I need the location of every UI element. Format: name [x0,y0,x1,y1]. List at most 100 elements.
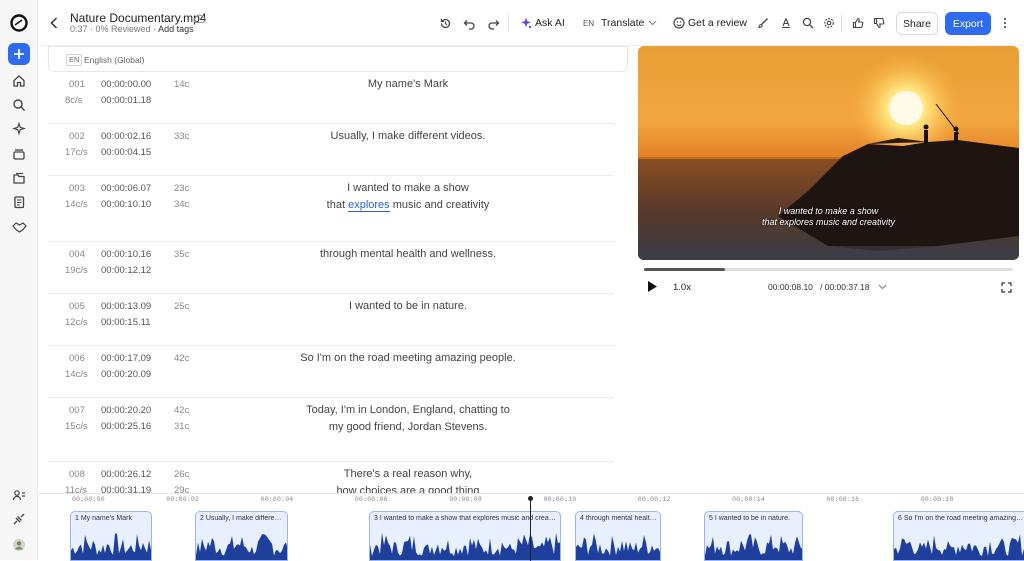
plugin-icon[interactable] [9,509,29,529]
subtitle-row[interactable]: 002 17c/s 00:00:02.16 00:00:04.15 33c Usually… [48,124,614,176]
time-out[interactable]: 00:00:12.12 [101,265,151,276]
sparkle-icon[interactable] [9,119,29,139]
avatar[interactable] [9,535,29,555]
get-review-button[interactable]: Get a review [688,17,747,29]
new-project-button[interactable] [8,43,30,65]
chevron-down-icon[interactable] [647,18,657,28]
highlighted-word[interactable]: explores [348,199,390,212]
thumbs-down-icon[interactable] [872,16,886,30]
clip-label: 1 My name's Mark [75,515,132,522]
timeline-clip[interactable]: 6 So I'm on the road meeting amazing peo… [893,511,1024,561]
row-number: 003 [69,183,85,194]
subtitle-row[interactable]: 008 11c/s 00:00:26.12 00:00:31.19 26c 29c Ther… [48,462,614,495]
subtitle-row[interactable]: 001 8c/s 00:00:00.00 00:00:01.18 14c My name'… [48,72,614,124]
timeline-clip[interactable]: 1 My name's Mark [70,511,152,561]
subtitle-text[interactable]: So I'm on the road meeting amazing peopl… [258,350,558,367]
team-icon[interactable] [9,485,29,505]
time-in[interactable]: 00:00:17.09 [101,353,151,364]
subtitle-text[interactable]: I wanted to make a show that explores mus… [258,180,558,214]
subtitle-row[interactable]: 004 19c/s 00:00:10.16 00:00:12.12 35c through… [48,242,614,294]
handshake-icon[interactable] [9,217,29,237]
time-in[interactable]: 00:00:02.16 [101,131,151,142]
thumbs-up-icon[interactable] [851,16,865,30]
subtitle-row[interactable]: 006 14c/s 00:00:17.09 00:00:20.09 42c So I'm … [48,346,614,398]
timeline-clip[interactable]: 2 Usually, I make different videos. [195,511,288,561]
time-out[interactable]: 00:00:15.11 [101,317,150,328]
chars-per-second: 19c/s [65,265,88,276]
clip-label: 6 So I'm on the road meeting amazing peo… [898,515,1024,522]
archive-icon[interactable] [9,144,29,164]
chars-per-second: 14c/s [65,369,88,380]
share-button[interactable]: Share [896,12,938,35]
timeline-clip[interactable]: 5 I wanted to be in nature. [704,511,803,561]
find-icon[interactable] [801,16,815,30]
ai-sparkle-icon [519,16,533,30]
playhead-handle[interactable] [528,496,533,501]
timeline[interactable]: 00:00:00 00:00:02 00:00:04 00:00:06 00:00:08… [38,493,1024,561]
time-in[interactable]: 00:00:06.07 [101,183,151,194]
audio-waveform [71,533,151,560]
speaker-label-icon[interactable] [779,16,793,30]
brush-icon[interactable] [756,16,770,30]
total-time: / 00:00:37.18 [820,282,870,292]
subtitle-text[interactable]: Today, I'm in London, England, chatting … [258,402,558,436]
audio-waveform [370,532,560,560]
back-arrow-icon[interactable] [48,15,60,31]
home-icon[interactable] [9,71,29,91]
playback-speed[interactable]: 1.0x [673,282,691,293]
folder-icon[interactable] [9,168,29,188]
playhead[interactable] [530,496,531,561]
subtitle-text[interactable]: through mental health and wellness. [258,246,558,263]
time-out[interactable]: 00:00:10.10 [101,199,151,210]
char-count: 25c [174,301,190,312]
char-count: 33c [174,131,190,142]
timeline-clip[interactable]: 4 through mental health and wellness. [575,511,661,561]
timeline-tick: 00:00:06 [354,496,388,503]
history-icon[interactable] [438,16,452,30]
subtitle-row[interactable]: 005 12c/s 00:00:13.09 00:00:15.11 25c I wante… [48,294,614,346]
audio-waveform [705,534,802,560]
subtitle-text[interactable]: Usually, I make different videos. [258,128,558,145]
chevron-down-icon[interactable] [878,283,887,291]
subtitle-text[interactable]: I wanted to be in nature. [258,298,558,315]
clip-label: 2 Usually, I make different videos. [200,515,284,522]
time-in[interactable]: 00:00:20.20 [101,405,151,416]
time-out[interactable]: 00:00:20.09 [101,369,151,380]
time-out[interactable]: 00:00:04.15 [101,147,151,158]
video-subtitle-overlay: I wanted to make a show that explores mu… [638,206,1019,228]
time-out[interactable]: 00:00:25.16 [101,421,151,432]
redo-icon[interactable] [486,16,500,30]
time-in[interactable]: 00:00:00.00 [101,79,151,90]
settings-gear-icon[interactable] [822,16,836,30]
app-logo-icon[interactable] [9,13,29,33]
char-count: 26c [174,469,190,480]
subtitle-row[interactable]: 007 15c/s 00:00:20.20 00:00:25.16 42c 31c Toda… [48,398,614,462]
video-preview[interactable]: I wanted to make a show that explores mu… [638,46,1019,260]
timeline-tick: 00:00:04 [260,496,294,503]
file-name[interactable]: Nature Documentary.mp4 [70,11,207,25]
playback-progress-bar[interactable] [644,268,1013,271]
fullscreen-icon[interactable] [1000,281,1012,293]
language-selector[interactable]: EN English (Global) [48,46,628,72]
translate-button[interactable]: Translate [601,17,644,29]
subtitle-text[interactable]: My name's Mark [258,76,558,93]
search-icon[interactable] [9,95,29,115]
time-in[interactable]: 00:00:13.09 [101,301,151,312]
document-icon[interactable] [9,192,29,212]
time-in[interactable]: 00:00:10.16 [101,249,151,260]
time-out[interactable]: 00:00:01.18 [101,95,151,106]
subtitle-row[interactable]: 003 14c/s 00:00:06.07 00:00:10.10 23c 34c I wa… [48,176,614,242]
subtitle-text[interactable]: There's a real reason why, how choices ar… [258,466,558,495]
ask-ai-button[interactable]: Ask AI [535,17,565,29]
subtitle-line: My name's Mark [367,78,449,90]
chars-per-second: 8c/s [65,95,83,106]
time-in[interactable]: 00:00:26.12 [101,469,151,480]
timeline-clip[interactable]: 3 I wanted to make a show that explores … [369,511,561,561]
play-icon[interactable] [646,280,658,293]
export-button[interactable]: Export [945,12,991,35]
transcript-panel: EN English (Global) 001 8c/s 00:00:00.00 00… [48,46,628,495]
more-options-icon[interactable] [1000,16,1010,30]
undo-icon[interactable] [462,16,476,30]
add-tags-link[interactable]: Add tags [158,24,194,34]
row-number: 007 [69,405,85,416]
